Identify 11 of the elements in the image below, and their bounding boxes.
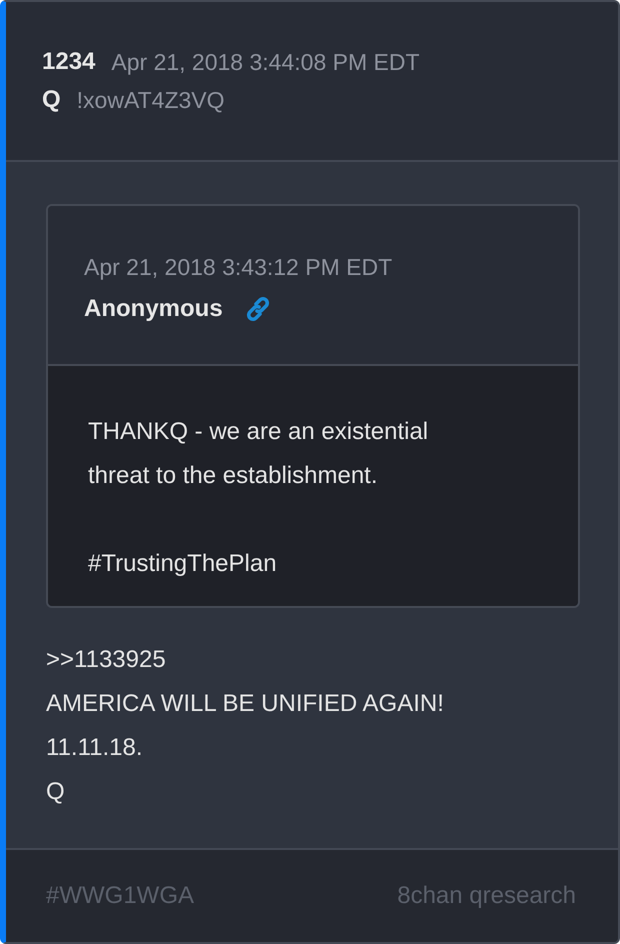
- tripcode: !xowAT4Z3VQ: [76, 86, 225, 114]
- post-timestamp: Apr 21, 2018 3:44:08 PM EDT: [111, 48, 420, 76]
- quote-text: THANKQ - we are an existential threat to the establishment. #TrustingThePlan: [88, 417, 430, 579]
- link-icon[interactable]: [244, 296, 271, 322]
- quote-timestamp: Apr 21, 2018 3:43:12 PM EDT: [84, 254, 394, 281]
- post-message: >>1133925 AMERICA WILL BE UNIFIED AGAIN! 11.11.18. Q: [46, 645, 445, 807]
- quote-author: Anonymous: [84, 295, 223, 323]
- hashtag: #WWG1WGA: [46, 882, 194, 910]
- post-number: 1234: [42, 48, 96, 76]
- source-label: 8chan qresearch: [397, 882, 576, 910]
- post-author: Q: [42, 86, 61, 114]
